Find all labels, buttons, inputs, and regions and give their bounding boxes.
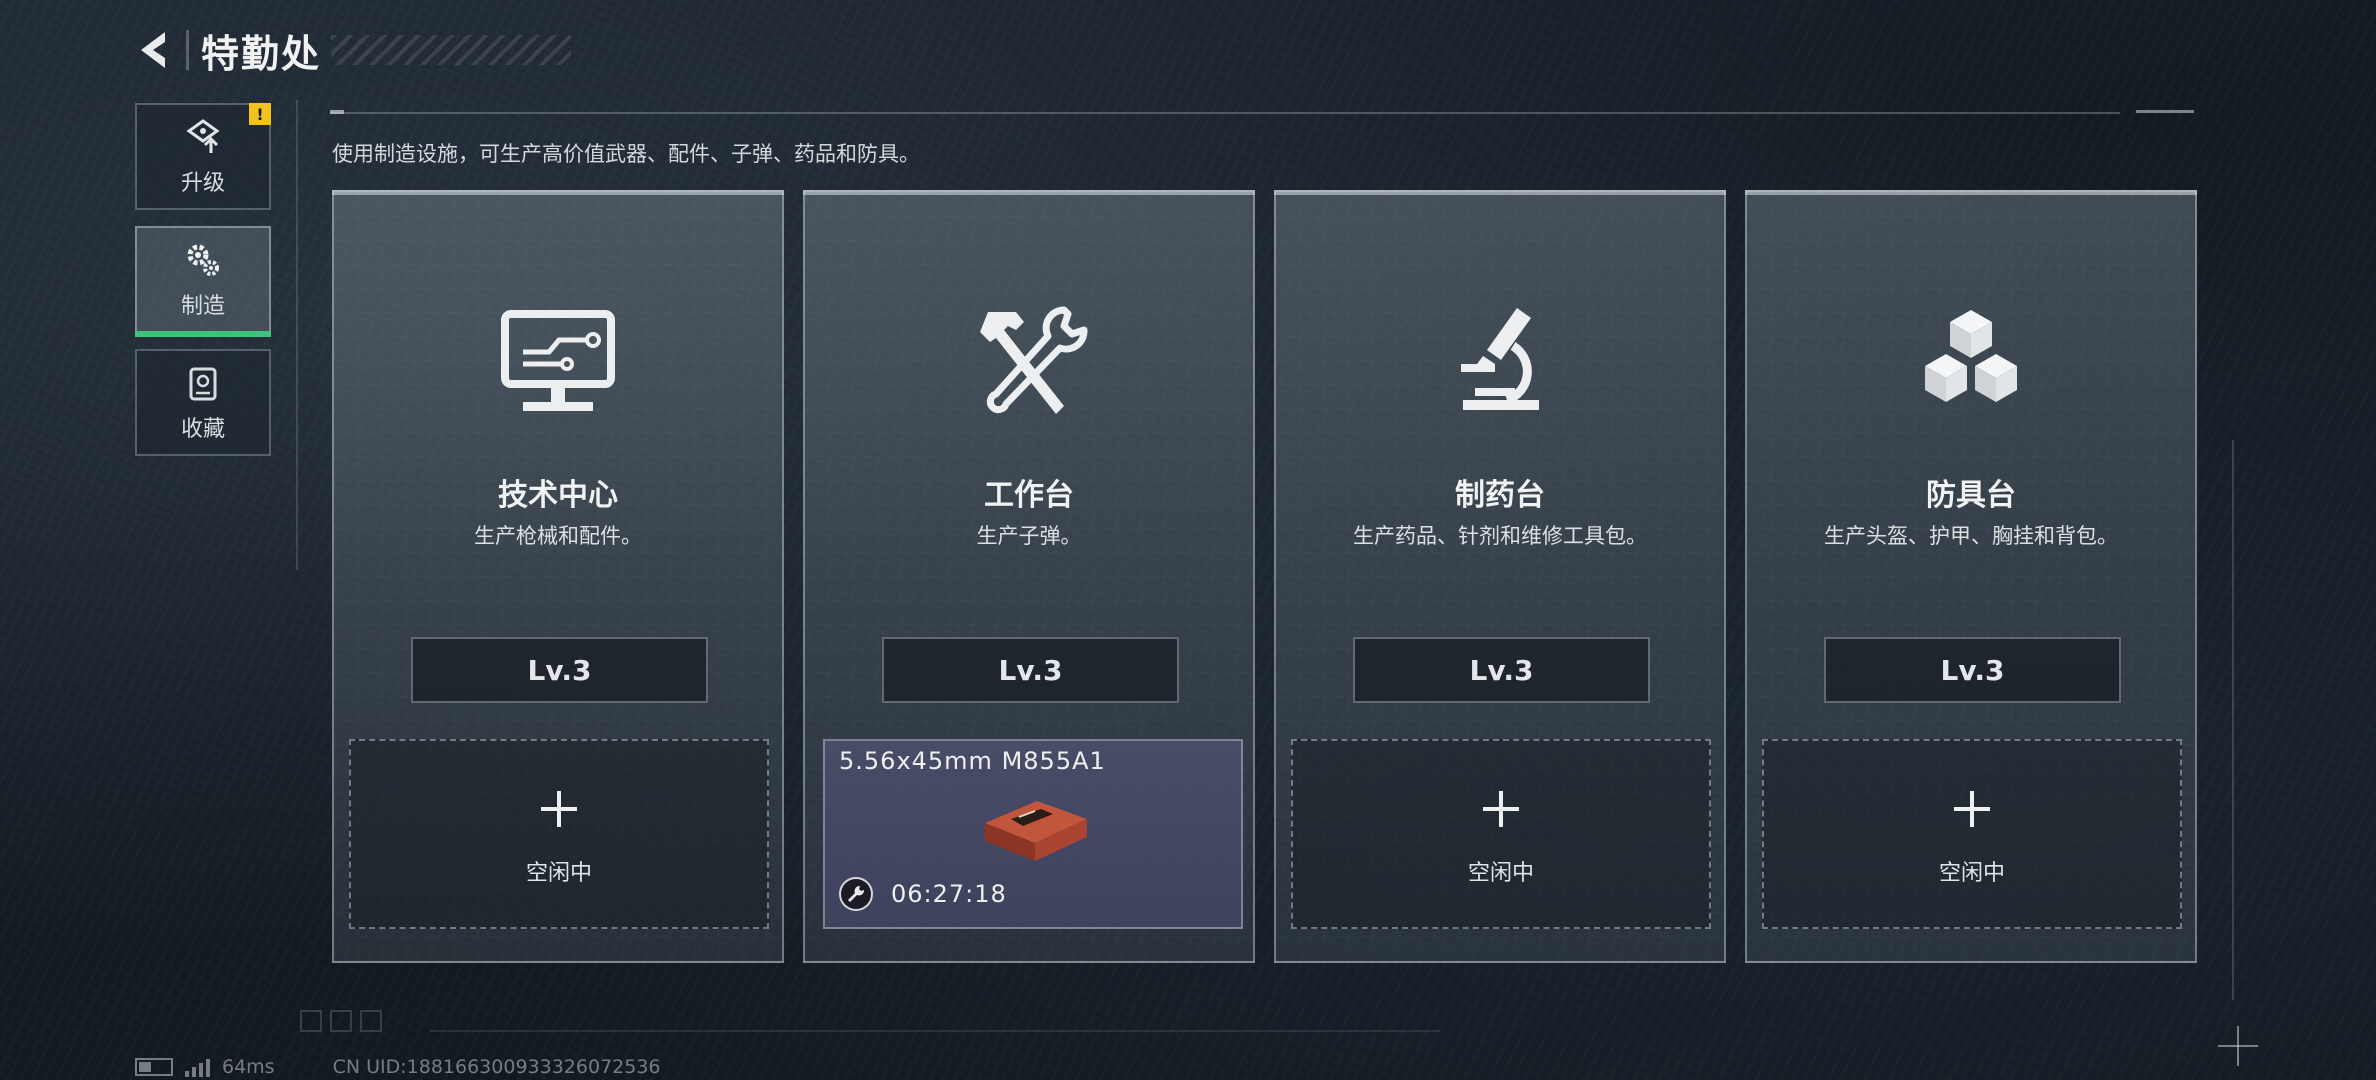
station-title: 技术中心 [498, 478, 618, 513]
gears-icon [183, 240, 223, 280]
station-level[interactable]: Lv.3 [411, 637, 708, 703]
sidebar-item-label: 收藏 [180, 416, 225, 442]
page-description: 使用制造设施，可生产高价值武器、配件、子弹、药品和防具。 [332, 142, 920, 166]
sidebar-item-collection[interactable]: 收藏 [135, 349, 271, 456]
warning-badge: ! [249, 103, 271, 125]
frame-line [330, 112, 2120, 114]
plus-icon [1483, 791, 1519, 827]
corner-crosshair [2218, 1026, 2258, 1066]
station-card-workbench[interactable]: 工作台 生产子弹。 Lv.3 5.56x45mm M855A1 06:27:18 [803, 190, 1255, 963]
page-header: 特勤处 [132, 22, 572, 78]
station-title: 制药台 [1455, 478, 1545, 513]
microscope-icon [1435, 302, 1565, 422]
plus-icon [541, 791, 577, 827]
user-uid: CN UID:1881663009333260725​36 [332, 1056, 661, 1078]
production-slot-empty[interactable]: 空闲中 [1291, 739, 1711, 929]
header-divider [186, 30, 189, 70]
cubes-icon [1906, 302, 2036, 422]
frame-cap [2136, 110, 2194, 113]
sidebar-item-label: 升级 [180, 170, 225, 196]
status-footer: 64ms CN UID:1881663009333260725​36 [135, 1055, 661, 1079]
frame-line [2232, 440, 2234, 1000]
station-level[interactable]: Lv.3 [1353, 637, 1650, 703]
sidebar-item-upgrade[interactable]: ! 升级 [135, 103, 271, 210]
ammo-box-icon [975, 789, 1095, 869]
station-list: 技术中心 生产枪械和配件。 Lv.3 空闲中 工作台 生产子弹。 Lv.3 5.… [332, 190, 2197, 963]
production-slot-active[interactable]: 5.56x45mm M855A1 06:27:18 [823, 739, 1243, 929]
hammer-wrench-icon [964, 302, 1094, 422]
station-card-pharmacy[interactable]: 制药台 生产药品、针剂和维修工具包。 Lv.3 空闲中 [1274, 190, 1726, 963]
computer-icon [493, 302, 623, 422]
station-card-armor[interactable]: 防具台 生产头盔、护甲、胸挂和背包。 Lv.3 空闲中 [1745, 190, 2197, 963]
production-time-remaining: 06:27:18 [891, 880, 1007, 908]
sidebar-item-craft[interactable]: 制造 [135, 226, 271, 337]
page-title: 特勤处 [201, 31, 322, 76]
production-slot-empty[interactable]: 空闲中 [1762, 739, 2182, 929]
ping-value: 64ms [222, 1056, 275, 1078]
battery-icon [135, 1058, 173, 1076]
station-description: 生产枪械和配件。 [474, 524, 642, 548]
signal-icon [185, 1057, 210, 1077]
frame-cap [330, 110, 344, 114]
station-title: 防具台 [1926, 478, 2016, 513]
slot-status: 空闲中 [1938, 861, 2005, 886]
station-description: 生产药品、针剂和维修工具包。 [1353, 524, 1647, 548]
collection-icon [183, 363, 223, 403]
station-level[interactable]: Lv.3 [882, 637, 1179, 703]
back-button[interactable] [132, 22, 178, 78]
station-title: 工作台 [984, 478, 1074, 513]
station-description: 生产子弹。 [976, 524, 1082, 548]
station-description: 生产头盔、护甲、胸挂和背包。 [1824, 524, 2118, 548]
station-card-tech-center[interactable]: 技术中心 生产枪械和配件。 Lv.3 空闲中 [332, 190, 784, 963]
upgrade-icon [183, 117, 223, 157]
production-item-name: 5.56x45mm M855A1 [839, 747, 1106, 775]
slot-status: 空闲中 [525, 861, 592, 886]
production-slot-empty[interactable]: 空闲中 [349, 739, 769, 929]
title-decoration [331, 35, 572, 65]
frame-line [296, 100, 298, 570]
slot-status: 空闲中 [1467, 861, 1534, 886]
back-arrow-icon [141, 32, 165, 68]
plus-icon [1954, 791, 1990, 827]
station-level[interactable]: Lv.3 [1824, 637, 2121, 703]
frame-line [430, 1030, 1440, 1032]
wrench-timer-icon [839, 877, 873, 911]
decorative-boxes [300, 1010, 382, 1032]
sidebar-item-label: 制造 [180, 293, 225, 319]
sidebar: ! 升级 制造 收藏 [135, 103, 271, 472]
